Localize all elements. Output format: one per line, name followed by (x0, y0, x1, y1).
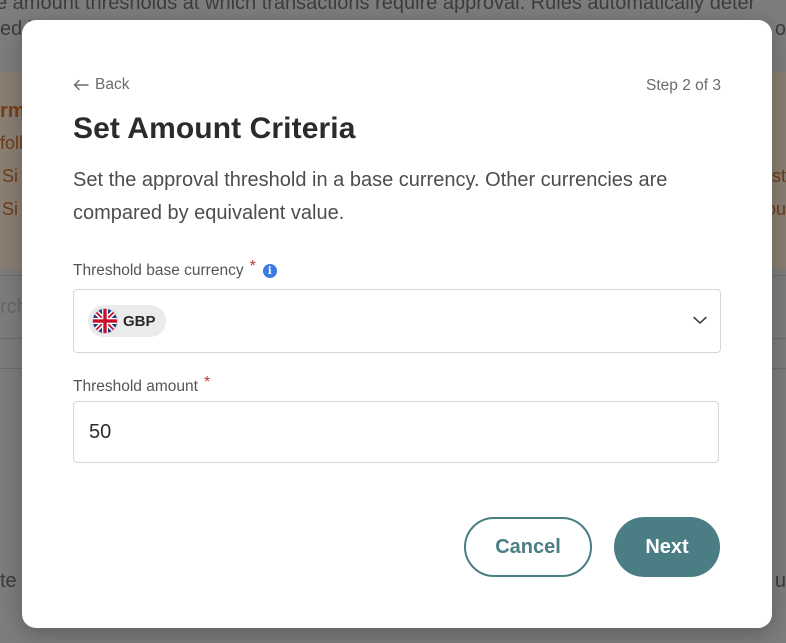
currency-label-text: Threshold base currency (73, 262, 244, 279)
info-icon[interactable]: i (262, 264, 277, 278)
currency-code: GBP (123, 312, 156, 330)
uk-flag-icon (92, 308, 118, 334)
next-button[interactable]: Next (614, 517, 720, 577)
cancel-button[interactable]: Cancel (464, 517, 592, 577)
threshold-amount-input[interactable]: 50 (73, 401, 719, 463)
required-marker: * (203, 374, 211, 391)
dialog-description: Set the approval threshold in a base cur… (73, 169, 668, 224)
amount-field-label: Threshold amount * (73, 374, 210, 396)
bg-footer-text-right: u (774, 570, 786, 592)
required-marker: * (249, 258, 256, 275)
bg-notice-item: Si (2, 199, 19, 219)
bg-description-line-2-right: o (774, 18, 786, 40)
bg-notice-text: foll (0, 133, 24, 153)
bg-notice-item: Si (2, 166, 19, 186)
currency-chip: GBP (88, 305, 166, 337)
bg-footer-text: te (0, 570, 17, 592)
step-indicator: Step 2 of 3 (646, 77, 721, 94)
back-link[interactable]: Back (73, 76, 129, 94)
dialog-title: Set Amount Criteria (73, 112, 356, 145)
threshold-amount-value: 50 (89, 420, 112, 443)
back-label: Back (95, 76, 130, 93)
amount-label-text: Threshold amount (73, 378, 198, 395)
amount-criteria-dialog: Back Step 2 of 3 Set Amount Criteria Set… (22, 20, 772, 628)
currency-select[interactable]: GBP (73, 289, 721, 353)
currency-field-label: Threshold base currency * i (73, 258, 277, 280)
bg-description-line: e amount thresholds at which transaction… (0, 0, 756, 14)
arrow-left-icon (73, 79, 89, 91)
bg-notice-item-right: st (771, 166, 786, 186)
chevron-down-icon (693, 316, 707, 324)
